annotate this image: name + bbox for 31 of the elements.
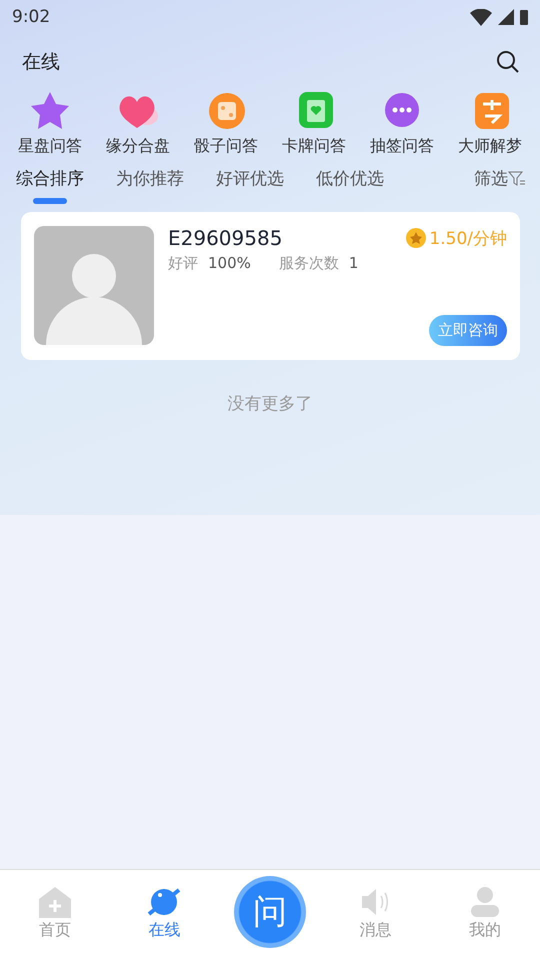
- rating-label: 好评: [168, 254, 198, 273]
- ask-button[interactable]: 问: [234, 876, 306, 948]
- wifi-icon: [470, 8, 492, 26]
- sort-tab[interactable]: 综合排序: [16, 167, 84, 204]
- price: 1.50/分钟: [429, 228, 507, 250]
- category-item[interactable]: 星盘问答: [6, 90, 94, 157]
- sort-tab[interactable]: 为你推荐: [116, 167, 184, 190]
- coin-icon: [405, 227, 428, 249]
- filter-button[interactable]: 筛选: [474, 167, 526, 190]
- category-item[interactable]: 缘分合盘: [94, 90, 182, 157]
- count-label: 服务次数: [278, 254, 339, 273]
- filter-icon: [508, 170, 526, 188]
- search-icon[interactable]: [496, 50, 520, 74]
- sort-tab[interactable]: 好评优选: [216, 167, 284, 190]
- page-title: 在线: [22, 50, 60, 75]
- category-item[interactable]: 抽签问答: [358, 90, 446, 157]
- rating-value: 100%: [208, 254, 251, 273]
- signal-icon: [498, 9, 514, 25]
- category-item[interactable]: 卡牌问答: [270, 90, 358, 157]
- consultant-name: E29609585: [168, 226, 282, 250]
- sort-tab[interactable]: 低价优选: [316, 167, 384, 190]
- count-value: 1: [348, 254, 358, 273]
- status-time: 9:02: [12, 7, 50, 27]
- planet-icon: [147, 886, 182, 918]
- nav-tab[interactable]: 在线: [124, 870, 204, 960]
- end-note: 没有更多了: [228, 394, 312, 414]
- battery-icon: [520, 10, 528, 24]
- avatar-icon: [34, 226, 154, 345]
- home-icon: [38, 886, 72, 918]
- category-item[interactable]: 大师解梦: [446, 90, 534, 157]
- category-item[interactable]: 骰子问答: [182, 90, 270, 157]
